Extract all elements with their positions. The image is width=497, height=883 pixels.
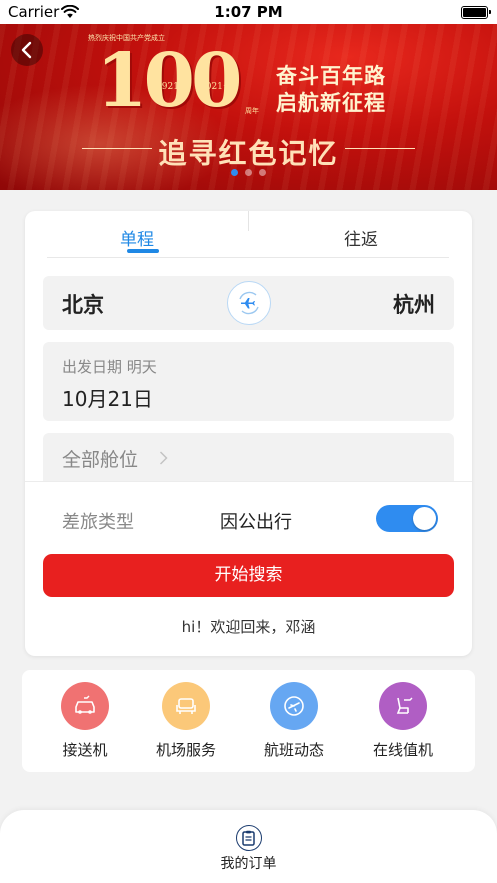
- banner-year-end: 2021★: [200, 82, 231, 92]
- travel-type-row: 差旅类型 因公出行: [25, 481, 472, 554]
- plane-swap-icon: [239, 291, 259, 315]
- services-panel: 接送机 机场服务 航班动态 在线值机: [22, 670, 475, 772]
- service-label: 接送机: [62, 741, 108, 759]
- service-airport-transfer[interactable]: 接送机: [40, 682, 130, 760]
- route-selector: 北京 杭州: [43, 276, 454, 330]
- bottom-nav-bar: 我的订单: [0, 810, 497, 883]
- flight-booking-card: 单程 往返 北京 杭州 出发日期 明天 10月21日 全部舱位 差旅类型 因公出…: [25, 211, 472, 656]
- travel-type-value: 因公出行: [220, 512, 292, 533]
- banner-page-dot-2[interactable]: [245, 169, 252, 176]
- banner-page-dot-1[interactable]: [231, 169, 238, 176]
- travel-type-label: 差旅类型: [62, 512, 134, 533]
- departure-date-label: 出发日期 明天: [62, 358, 157, 376]
- banner-heading: 追寻红色记忆: [158, 137, 339, 170]
- departure-date-value: 10月21日: [62, 387, 153, 411]
- welcome-message: hi！欢迎回来，邓涵: [181, 618, 316, 636]
- car-icon: [61, 682, 109, 730]
- seat-icon: [162, 682, 210, 730]
- cabin-class-selector[interactable]: 全部舱位: [43, 433, 454, 481]
- banner-hundred: 100: [96, 38, 242, 124]
- checkin-seat-icon: [379, 682, 427, 730]
- flight-status-icon: [270, 682, 318, 730]
- tab-divider: [248, 211, 249, 231]
- banner-page-dot-3[interactable]: [259, 169, 266, 176]
- my-orders-label[interactable]: 我的订单: [0, 853, 497, 873]
- business-travel-toggle[interactable]: [376, 505, 438, 532]
- tab-round-trip[interactable]: 往返: [344, 225, 378, 250]
- back-button[interactable]: [11, 34, 43, 66]
- tab-active-indicator: [127, 249, 159, 253]
- departure-date-field[interactable]: 出发日期 明天 10月21日: [43, 342, 454, 421]
- service-online-checkin[interactable]: 在线值机: [358, 682, 448, 760]
- cabin-class-label: 全部舱位: [62, 449, 139, 471]
- banner-slogan-line1: 奋斗百年路: [276, 63, 386, 88]
- tab-underline: [47, 257, 449, 258]
- service-label: 航班动态: [263, 741, 324, 759]
- swap-cities-button[interactable]: [227, 281, 271, 325]
- start-search-button[interactable]: 开始搜索: [43, 554, 454, 597]
- tab-single-trip[interactable]: 单程: [120, 225, 154, 250]
- service-label: 机场服务: [155, 741, 216, 759]
- service-airport[interactable]: 机场服务: [141, 682, 231, 760]
- service-flight-status[interactable]: 航班动态: [249, 682, 339, 760]
- promo-banner[interactable]: 热烈庆祝中国共产党成立 100 ★1921 2021★ 周年 奋斗百年路 启航新…: [0, 24, 497, 190]
- banner-slogan-line2: 启航新征程: [276, 90, 386, 115]
- toggle-knob: [413, 507, 436, 530]
- banner-anniversary: 周年: [245, 107, 259, 115]
- battery-icon: [461, 6, 491, 19]
- status-time: 1:07 PM: [214, 3, 283, 21]
- service-label: 在线值机: [372, 741, 433, 759]
- banner-year-start: ★1921: [148, 82, 179, 92]
- chevron-right-icon: [159, 451, 168, 465]
- status-bar: Carrier 1:07 PM: [0, 0, 497, 24]
- arrival-city[interactable]: 杭州: [393, 289, 435, 319]
- departure-city[interactable]: 北京: [62, 289, 104, 319]
- chevron-left-icon: [21, 41, 32, 59]
- clipboard-icon[interactable]: [236, 825, 262, 851]
